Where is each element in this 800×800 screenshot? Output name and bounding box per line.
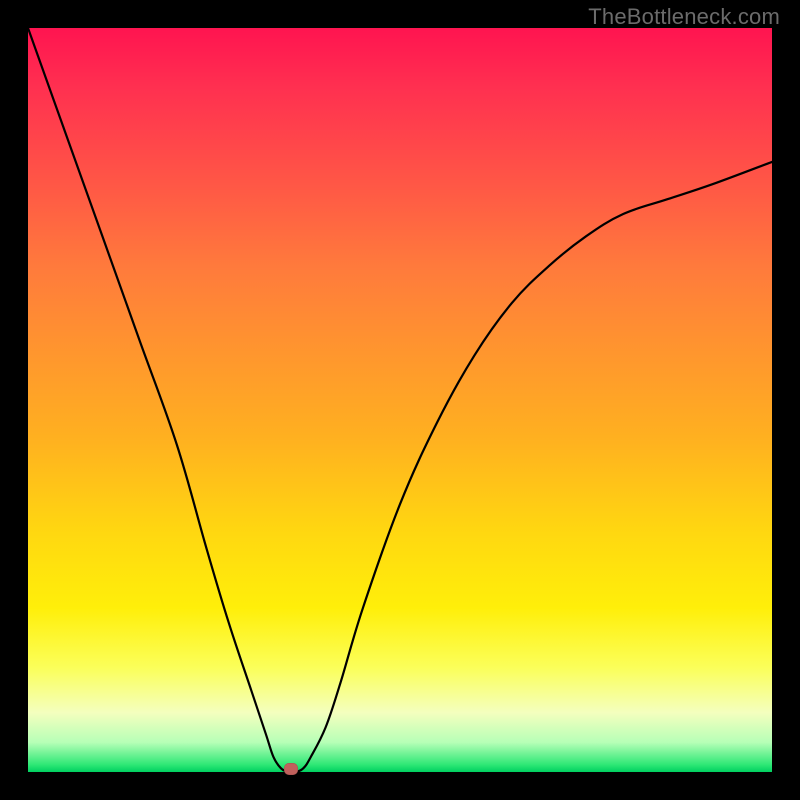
chart-frame: TheBottleneck.com	[0, 0, 800, 800]
plot-area	[28, 28, 772, 772]
watermark-text: TheBottleneck.com	[588, 4, 780, 30]
bottleneck-curve	[28, 28, 772, 772]
curve-path	[28, 28, 772, 772]
minimum-marker	[284, 763, 298, 775]
